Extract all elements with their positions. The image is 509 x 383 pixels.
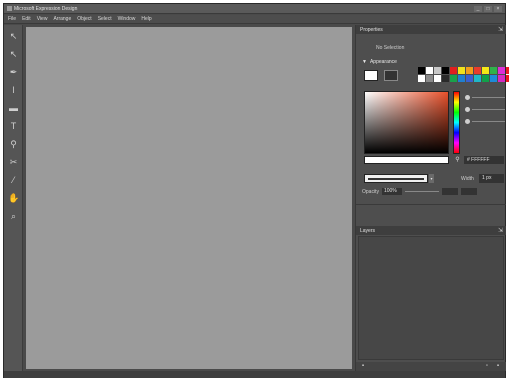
color-swatch[interactable]	[498, 75, 505, 82]
opacity-row: Opacity 100%	[362, 188, 477, 195]
delete-layer-icon[interactable]: ▪	[495, 363, 501, 369]
direct-selection-tool-icon[interactable]: ↖	[8, 49, 19, 60]
color-swatch[interactable]	[458, 67, 465, 74]
menu-select[interactable]: Select	[98, 16, 112, 22]
menu-view[interactable]: View	[37, 16, 48, 22]
fill-swatch[interactable]	[364, 70, 378, 81]
text-tool-icon[interactable]: T	[8, 121, 19, 132]
status-bar	[4, 371, 505, 378]
radio-icon[interactable]	[465, 119, 470, 124]
menu-file[interactable]: File	[8, 16, 16, 22]
color-swatch[interactable]	[442, 67, 449, 74]
channel-g[interactable]	[465, 106, 505, 113]
collapse-arrow-icon[interactable]: ▼	[362, 59, 367, 65]
color-swatch[interactable]	[458, 75, 465, 82]
window-title: Microsoft Expression Design	[14, 5, 78, 12]
hue-slider[interactable]	[453, 91, 460, 154]
color-swatch[interactable]	[482, 67, 489, 74]
brush-tool-icon[interactable]: ǀ	[8, 85, 19, 96]
radio-icon[interactable]	[465, 95, 470, 100]
color-swatch-grid	[418, 67, 509, 83]
color-swatch[interactable]	[434, 67, 441, 74]
properties-panel-header: Properties ⇲	[356, 25, 506, 34]
new-layer-icon[interactable]: ▫	[484, 363, 490, 369]
layers-panel-header: Layers ⇲	[356, 226, 506, 235]
minimize-button[interactable]: _	[474, 6, 482, 12]
color-swatch[interactable]	[498, 67, 505, 74]
color-preview-bar	[364, 156, 449, 164]
color-swatch[interactable]	[450, 75, 457, 82]
channel-slider[interactable]	[472, 109, 505, 110]
color-picker-field[interactable]	[364, 91, 449, 154]
opacity-slider[interactable]	[404, 191, 439, 192]
color-swatch[interactable]	[426, 67, 433, 74]
menu-bar: File Edit View Arrange Object Select Win…	[4, 15, 505, 24]
app-window: Microsoft Expression Design _ □ × File E…	[3, 3, 509, 378]
zoom-tool-icon[interactable]: ⌕	[8, 211, 19, 222]
color-swatch[interactable]	[450, 67, 457, 74]
color-swatch[interactable]	[442, 75, 449, 82]
properties-panel-title: Properties	[360, 26, 383, 33]
panel-menu-icon[interactable]: ⇲	[498, 26, 503, 33]
right-panel: Properties ⇲ No Selection ▼ Appearance ⚲…	[355, 25, 509, 371]
color-swatch[interactable]	[426, 75, 433, 82]
layers-list[interactable]	[358, 236, 504, 360]
artboard[interactable]	[26, 27, 352, 369]
color-swatch[interactable]	[466, 75, 473, 82]
menu-edit[interactable]: Edit	[22, 16, 31, 22]
maximize-button[interactable]: □	[484, 6, 492, 12]
gradient-tool-icon[interactable]: ⁄	[8, 175, 19, 186]
eyedropper-icon[interactable]: ⚲	[454, 156, 461, 164]
panel-divider	[356, 204, 506, 205]
width-input[interactable]: 1 px	[479, 174, 504, 183]
stroke-swatch[interactable]	[384, 70, 398, 81]
layers-footer: ▪ ▫ ▪	[356, 362, 506, 371]
stroke-preview	[368, 178, 424, 180]
menu-help[interactable]: Help	[141, 16, 151, 22]
selection-tool-icon[interactable]: ↖	[8, 31, 19, 42]
stroke-style-dropdown[interactable]	[364, 174, 428, 183]
menu-arrange[interactable]: Arrange	[53, 16, 71, 22]
blend-mode-dropdown[interactable]	[441, 188, 458, 195]
color-swatch[interactable]	[418, 67, 425, 74]
dropdown-arrow-icon[interactable]: ▾	[429, 174, 434, 183]
panel-menu-icon[interactable]: ⇲	[498, 227, 503, 234]
color-swatch[interactable]	[418, 75, 425, 82]
canvas-area	[24, 25, 354, 371]
scissors-tool-icon[interactable]: ✂	[8, 157, 19, 168]
color-swatch[interactable]	[474, 67, 481, 74]
tools-toolbar: ↖ ↖ ✒ ǀ ▬ T ⚲ ✂ ⁄ ✋ ⌕	[4, 25, 23, 371]
opacity-input[interactable]: 100%	[381, 188, 402, 195]
pen-tool-icon[interactable]: ✒	[8, 67, 19, 78]
title-bar: Microsoft Expression Design _ □ ×	[4, 4, 505, 14]
appearance-label: Appearance	[369, 59, 397, 65]
menu-object[interactable]: Object	[77, 16, 91, 22]
radio-icon[interactable]	[465, 107, 470, 112]
layers-panel-title: Layers	[360, 227, 376, 234]
layer-options-icon[interactable]: ▪	[360, 363, 366, 369]
pan-hand-tool-icon[interactable]: ✋	[8, 193, 19, 204]
close-button[interactable]: ×	[494, 6, 502, 12]
channel-r[interactable]	[465, 94, 505, 101]
hex-color-input[interactable]: # FFFFFF	[464, 156, 504, 164]
channel-slider[interactable]	[472, 121, 505, 122]
opacity-label: Opacity	[362, 188, 379, 195]
color-swatch[interactable]	[482, 75, 489, 82]
color-swatch[interactable]	[466, 67, 473, 74]
channel-b[interactable]	[465, 118, 505, 125]
color-swatch[interactable]	[434, 75, 441, 82]
menu-window[interactable]: Window	[118, 16, 136, 22]
app-icon	[7, 6, 12, 11]
window-controls: _ □ ×	[474, 6, 502, 12]
appearance-section-header[interactable]: ▼ Appearance	[362, 59, 397, 65]
color-swatch[interactable]	[490, 67, 497, 74]
color-swatch[interactable]	[490, 75, 497, 82]
rectangle-tool-icon[interactable]: ▬	[8, 103, 19, 114]
eyedropper-tool-icon[interactable]: ⚲	[8, 139, 19, 150]
secondary-dropdown[interactable]	[460, 188, 477, 195]
channel-slider[interactable]	[472, 97, 505, 98]
no-selection-label: No Selection	[376, 45, 405, 51]
color-swatch[interactable]	[474, 75, 481, 82]
width-label: Width	[461, 176, 474, 182]
